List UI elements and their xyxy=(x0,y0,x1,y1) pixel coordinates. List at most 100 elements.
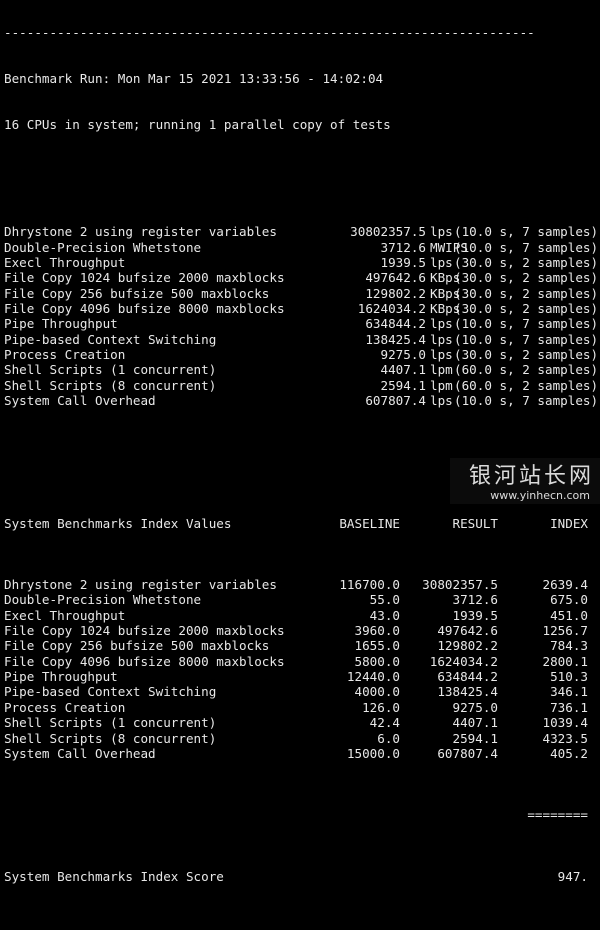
index-test-name: Double-Precision Whetstone xyxy=(4,592,202,608)
index-test-name: File Copy 4096 bufsize 8000 maxblocks xyxy=(4,653,285,669)
index-baseline: 55.0 xyxy=(369,592,400,608)
index-value: 1256.7 xyxy=(542,623,589,639)
index-test-name: Execl Throughput xyxy=(4,607,126,623)
index-table: Dhrystone 2 using register variables 1167… xyxy=(4,577,596,761)
index-baseline: 42.4 xyxy=(369,715,400,731)
test-name: Execl Throughput xyxy=(4,254,126,270)
index-result: 607807.4 xyxy=(437,745,498,761)
index-test-name: File Copy 256 bufsize 500 maxblocks xyxy=(4,638,270,654)
index-baseline: 6.0 xyxy=(377,730,400,746)
index-baseline: 15000.0 xyxy=(346,745,400,761)
test-value: 1624034.2 xyxy=(357,300,426,316)
index-result: 1939.5 xyxy=(452,607,499,623)
index-baseline: 1655.0 xyxy=(354,638,401,654)
test-value: 30802357.5 xyxy=(350,224,426,240)
test-timing: (10.0 s, 7 samples) xyxy=(454,316,599,332)
index-score-value: 947. xyxy=(557,868,588,884)
index-value: 736.1 xyxy=(550,699,588,715)
index-baseline: 43.0 xyxy=(369,607,400,623)
result-row: File Copy 1024 bufsize 2000 maxblocks 497… xyxy=(4,270,598,286)
index-baseline: 12440.0 xyxy=(346,669,400,685)
benchmark-run-line: Benchmark Run: Mon Mar 15 2021 13:33:56 … xyxy=(4,70,384,86)
index-result: 9275.0 xyxy=(452,699,499,715)
test-unit: lps xyxy=(430,224,453,240)
index-row: File Copy 1024 bufsize 2000 maxblocks 396… xyxy=(4,623,596,638)
index-baseline: 4000.0 xyxy=(354,684,401,700)
test-value: 9275.0 xyxy=(380,346,427,362)
index-row: Shell Scripts (8 concurrent) 6.0 2594.1 432… xyxy=(4,731,596,746)
watermark: 银河站长网 www.yinhecn.com xyxy=(450,458,600,504)
test-unit: lpm xyxy=(430,362,453,378)
test-value: 138425.4 xyxy=(365,331,426,347)
results-list: Dhrystone 2 using register variables 3080… xyxy=(4,224,599,408)
test-value: 497642.6 xyxy=(365,270,426,286)
index-value: 346.1 xyxy=(550,684,588,700)
index-row: Execl Throughput 43.0 1939.5 451.0 xyxy=(4,608,596,623)
test-name: Pipe Throughput xyxy=(4,316,118,332)
index-baseline: 5800.0 xyxy=(354,653,401,669)
result-row: Pipe Throughput 634844.2 lps (10.0 s, 7 sam… xyxy=(4,316,599,332)
watermark-url: www.yinhecn.com xyxy=(490,489,590,502)
result-column-header: RESULT xyxy=(452,515,499,531)
test-value: 2594.1 xyxy=(380,377,427,393)
test-timing: (30.0 s, 2 samples) xyxy=(454,300,599,316)
separator-rule: ----------------------------------------… xyxy=(4,24,535,40)
test-timing: (30.0 s, 2 samples) xyxy=(454,285,599,301)
test-unit: lps xyxy=(430,392,453,408)
index-result: 3712.6 xyxy=(452,592,499,608)
index-row: Double-Precision Whetstone 55.0 3712.6 675.… xyxy=(4,592,596,607)
index-test-name: File Copy 1024 bufsize 2000 maxblocks xyxy=(4,623,285,639)
index-value: 784.3 xyxy=(550,638,588,654)
index-result: 2594.1 xyxy=(452,730,499,746)
index-test-name: Process Creation xyxy=(4,699,126,715)
index-row: Dhrystone 2 using register variables 1167… xyxy=(4,577,596,592)
index-score-label: System Benchmarks Index Score xyxy=(4,868,224,884)
result-row: Process Creation 9275.0 lps (30.0 s, 2 samp… xyxy=(4,346,599,362)
test-name: File Copy 4096 bufsize 8000 maxblocks xyxy=(4,300,285,316)
index-value: 451.0 xyxy=(550,607,588,623)
index-value: 2639.4 xyxy=(542,577,589,593)
test-timing: (10.0 s, 7 samples) xyxy=(454,331,599,347)
index-test-name: Shell Scripts (1 concurrent) xyxy=(4,715,217,731)
index-baseline: 116700.0 xyxy=(339,577,400,593)
test-timing: (60.0 s, 2 samples) xyxy=(454,377,599,393)
test-timing: (10.0 s, 7 samples) xyxy=(454,392,599,408)
index-value: 675.0 xyxy=(550,592,588,608)
test-value: 4407.1 xyxy=(380,362,427,378)
index-value: 2800.1 xyxy=(542,653,589,669)
index-row: File Copy 4096 bufsize 8000 maxblocks 580… xyxy=(4,654,596,669)
index-value: 4323.5 xyxy=(542,730,589,746)
index-score-double-rule: ======== xyxy=(4,807,596,822)
index-value: 510.3 xyxy=(550,669,588,685)
test-unit: lpm xyxy=(430,377,453,393)
baseline-column-header: BASELINE xyxy=(339,515,400,531)
index-test-name: Pipe Throughput xyxy=(4,669,118,685)
index-result: 4407.1 xyxy=(452,715,499,731)
index-test-name: Pipe-based Context Switching xyxy=(4,684,217,700)
test-name: Dhrystone 2 using register variables xyxy=(4,224,277,240)
result-row: Double-Precision Whetstone 3712.6 MWIPS (10… xyxy=(4,239,599,255)
test-timing: (10.0 s, 7 samples) xyxy=(454,239,599,255)
index-row: File Copy 256 bufsize 500 maxblocks 1655.… xyxy=(4,638,596,653)
test-value: 607807.4 xyxy=(365,392,426,408)
test-name: Shell Scripts (1 concurrent) xyxy=(4,362,217,378)
test-timing: (10.0 s, 7 samples) xyxy=(454,224,599,240)
watermark-logo-text: 银河站长网 xyxy=(468,464,594,489)
index-score-row: System Benchmarks Index Score 947. xyxy=(4,869,596,884)
result-row: Dhrystone 2 using register variables 3080… xyxy=(4,224,599,240)
index-result: 634844.2 xyxy=(437,669,498,685)
cpu-info-line: 16 CPUs in system; running 1 parallel co… xyxy=(4,116,391,132)
index-row: Pipe Throughput 12440.0 634844.2 510.3 xyxy=(4,669,596,684)
test-name: Pipe-based Context Switching xyxy=(4,331,217,347)
index-value: 405.2 xyxy=(550,745,588,761)
index-table-title: System Benchmarks Index Values xyxy=(4,515,232,531)
result-row: Shell Scripts (1 concurrent) 4407.1 lpm (60… xyxy=(4,362,598,378)
test-name: File Copy 256 bufsize 500 maxblocks xyxy=(4,285,270,301)
test-timing: (30.0 s, 2 samples) xyxy=(454,346,599,362)
index-column-header: INDEX xyxy=(550,515,588,531)
test-value: 3712.6 xyxy=(380,239,427,255)
index-baseline: 3960.0 xyxy=(354,623,401,639)
test-value: 1939.5 xyxy=(380,254,427,270)
test-unit: lps xyxy=(430,331,453,347)
